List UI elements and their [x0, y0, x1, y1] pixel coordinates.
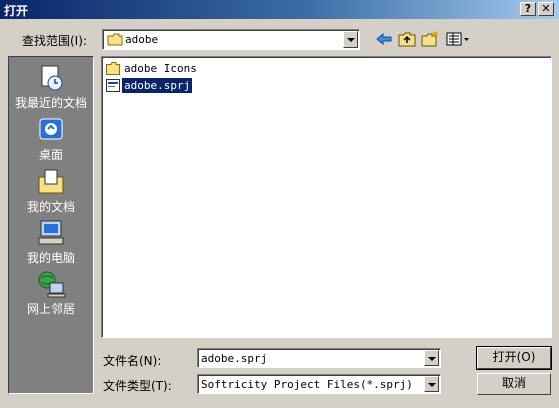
filename-label: 文件名(N): — [103, 354, 162, 368]
file-list[interactable]: adobe Icons adobe.sprj — [101, 56, 552, 338]
place-label: 网上邻居 — [26, 302, 75, 316]
place-label: 桌面 — [38, 148, 63, 162]
new-folder-icon[interactable] — [420, 30, 440, 48]
desktop-icon — [39, 118, 63, 140]
file-name: adobe Icons — [124, 62, 197, 75]
view-menu-icon[interactable] — [445, 30, 471, 48]
chevron-down-icon[interactable] — [343, 31, 358, 48]
window-title: 打开 — [4, 4, 29, 18]
place-label: 我的文档 — [26, 200, 75, 214]
place-network-places[interactable]: 网上邻居 — [9, 267, 93, 317]
folder-icon — [107, 33, 123, 46]
title-bar[interactable]: 打开 ? ✕ — [0, 0, 559, 19]
file-icon — [106, 79, 120, 92]
help-button[interactable]: ? — [520, 2, 536, 16]
filename-value: adobe.sprj — [201, 352, 268, 365]
close-button[interactable]: ✕ — [538, 2, 554, 16]
my-computer-icon — [38, 220, 64, 245]
network-places-icon — [38, 271, 66, 298]
chevron-down-icon[interactable] — [424, 350, 439, 366]
filetype-label: 文件类型(T): — [103, 379, 172, 393]
place-label: 我最近的文档 — [14, 96, 87, 110]
folder-icon — [106, 62, 120, 75]
place-my-documents[interactable]: 我的文档 — [9, 165, 93, 215]
place-desktop[interactable]: 桌面 — [9, 113, 93, 163]
open-file-dialog: 打开 ? ✕ 查找范围(I): adobe 我最近的文档 桌面 我的文档 我的电… — [0, 0, 559, 408]
filename-input[interactable]: adobe.sprj — [197, 348, 441, 368]
file-name: adobe.sprj — [120, 77, 194, 94]
recent-documents-icon — [41, 65, 63, 91]
open-button[interactable]: 打开(O) — [476, 346, 552, 370]
chevron-down-icon[interactable] — [424, 376, 439, 392]
up-folder-icon[interactable] — [397, 30, 417, 48]
look-in-label: 查找范围(I): — [22, 34, 87, 48]
look-in-dropdown[interactable]: adobe — [102, 29, 360, 50]
place-label: 我的电脑 — [26, 251, 75, 265]
place-recent-documents[interactable]: 我最近的文档 — [9, 61, 93, 111]
filetype-dropdown[interactable]: Softricity Project Files(*.sprj) — [197, 374, 441, 394]
my-documents-icon — [38, 169, 64, 194]
back-arrow-icon[interactable] — [374, 30, 394, 48]
place-my-computer[interactable]: 我的电脑 — [9, 216, 93, 266]
look-in-value: adobe — [125, 33, 159, 46]
cancel-button[interactable]: 取消 — [477, 373, 551, 395]
filetype-value: Softricity Project Files(*.sprj) — [201, 378, 413, 391]
places-bar: 我最近的文档 桌面 我的文档 我的电脑 网上邻居 — [8, 56, 94, 394]
